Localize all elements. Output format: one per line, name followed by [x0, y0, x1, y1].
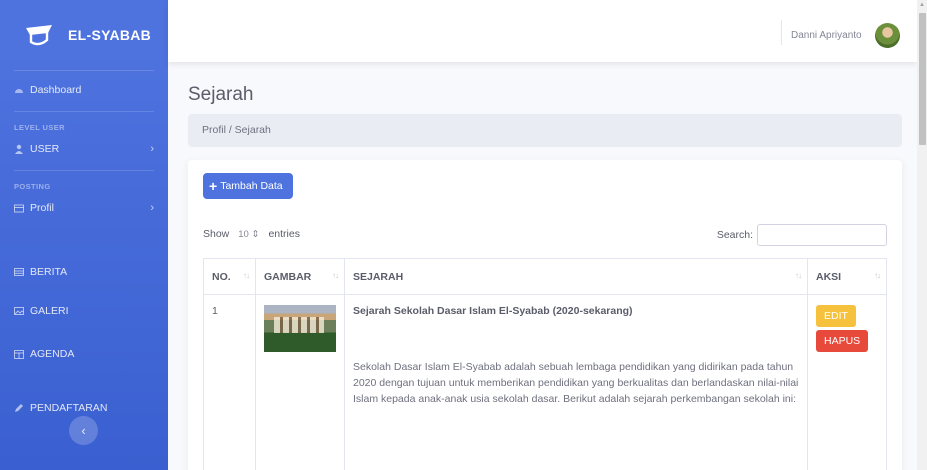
- image-icon: [14, 307, 24, 315]
- entries-value: 10: [238, 228, 249, 240]
- sidebar-item-dashboard[interactable]: Dashboard: [0, 73, 168, 107]
- dashboard-icon: [15, 89, 23, 93]
- folder-icon: [14, 204, 24, 213]
- chevron-right-icon: ›: [150, 143, 154, 155]
- sidebar-toggle-button[interactable]: ‹: [69, 416, 98, 445]
- user-icon: [15, 144, 23, 154]
- sidebar-heading-level-user: LEVEL USER: [14, 123, 65, 132]
- entries-select[interactable]: 10 ⇕: [234, 229, 263, 240]
- delete-button[interactable]: HAPUS: [816, 330, 869, 352]
- sort-icon: ↑↓: [874, 271, 881, 280]
- breadcrumb: Profil / Sejarah: [188, 114, 902, 147]
- cell-no: 1: [203, 294, 256, 470]
- cell-sejarah: Sejarah Sekolah Dasar Islam El-Syabab (2…: [344, 294, 808, 470]
- sejarah-title: Sejarah Sekolah Dasar Islam El-Syabab (2…: [353, 305, 633, 317]
- graduation-cap-icon: [26, 25, 52, 46]
- search-box: Search:: [717, 224, 887, 246]
- page-scrollbar[interactable]: ▲: [917, 0, 927, 470]
- content-card: + Tambah Data Show 10 ⇕ entries Search: …: [188, 160, 902, 470]
- add-data-label: Tambah Data: [220, 180, 283, 192]
- topbar: Danni Apriyanto: [168, 0, 917, 62]
- sidebar-item-galeri[interactable]: GALERI: [0, 294, 168, 328]
- sejarah-body: Sekolah Dasar Islam El-Syabab adalah seb…: [353, 361, 799, 405]
- chevron-left-icon: ‹: [81, 423, 86, 438]
- search-label: Search:: [716, 229, 753, 241]
- column-header-sejarah[interactable]: SEJARAH ↑↓: [344, 258, 808, 295]
- entries-label: entries: [268, 228, 300, 240]
- brand-name: EL-SYABAB: [68, 27, 152, 43]
- sidebar-heading-posting: POSTING: [14, 182, 51, 191]
- sidebar-item-agenda[interactable]: AGENDA: [0, 337, 168, 371]
- user-name[interactable]: Danni Apriyanto: [791, 30, 862, 41]
- brand[interactable]: EL-SYABAB: [0, 0, 168, 70]
- show-label: Show: [203, 228, 230, 240]
- scroll-up-arrow-icon[interactable]: ▲: [919, 2, 925, 8]
- show-entries: Show 10 ⇕ entries: [203, 228, 300, 240]
- plus-icon: +: [209, 178, 218, 194]
- calendar-icon: [14, 350, 24, 359]
- table-row: 1 Sejarah Sekolah Dasar Islam El-Syabab …: [203, 294, 887, 470]
- sort-icon: ↑↓: [795, 271, 802, 280]
- sidebar-item-label: USER: [30, 143, 60, 155]
- column-header-aksi[interactable]: AKSI ↑↓: [807, 258, 887, 295]
- sidebar-item-profil[interactable]: Profil ›: [0, 191, 168, 225]
- sidebar-item-label: GALERI: [30, 305, 69, 317]
- select-arrows-icon: ⇕: [251, 228, 260, 240]
- sidebar-divider: [14, 70, 154, 71]
- sidebar-item-user[interactable]: USER ›: [0, 132, 168, 166]
- add-data-button[interactable]: + Tambah Data: [203, 173, 293, 199]
- sidebar-item-label: BERITA: [30, 266, 68, 278]
- cell-gambar: [255, 294, 345, 470]
- topbar-divider: [781, 20, 782, 45]
- avatar[interactable]: [875, 23, 900, 48]
- sidebar-item-label: Dashboard: [30, 84, 82, 96]
- column-header-gambar[interactable]: GAMBAR ↑↓: [255, 258, 345, 295]
- cell-aksi: EDIT HAPUS: [807, 294, 887, 470]
- sidebar-item-label: Profil: [30, 202, 54, 214]
- pencil-icon: [15, 404, 23, 412]
- column-header-no[interactable]: NO. ↑↓: [203, 258, 256, 295]
- sidebar-item-label: PENDAFTARAN: [30, 402, 108, 414]
- table-header-row: NO. ↑↓ GAMBAR ↑↓ SEJARAH ↑↓ AKSI ↑↓: [203, 258, 887, 295]
- sort-icon: ↑↓: [332, 271, 339, 280]
- sidebar-item-berita[interactable]: BERITA: [0, 255, 168, 289]
- table-icon: [14, 268, 24, 276]
- sejarah-table: NO. ↑↓ GAMBAR ↑↓ SEJARAH ↑↓ AKSI ↑↓ 1 Sejara…: [203, 258, 887, 470]
- sort-icon: ↑↓: [243, 271, 250, 280]
- scrollbar-thumb[interactable]: [919, 13, 926, 145]
- sidebar: EL-SYABAB Dashboard LEVEL USER USER › PO…: [0, 0, 168, 470]
- search-input[interactable]: [757, 224, 887, 246]
- sidebar-item-label: AGENDA: [30, 348, 75, 360]
- school-thumbnail-image[interactable]: [264, 305, 336, 352]
- page-title: Sejarah: [188, 84, 254, 105]
- chevron-right-icon: ›: [150, 202, 154, 214]
- edit-button[interactable]: EDIT: [816, 305, 856, 327]
